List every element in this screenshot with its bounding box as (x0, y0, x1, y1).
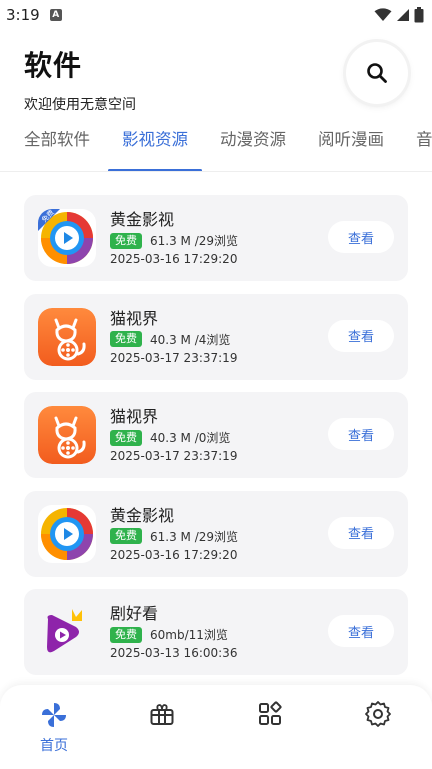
app-name: 剧好看 (110, 604, 159, 623)
search-icon (367, 63, 387, 83)
view-button[interactable]: 查看 (328, 418, 394, 450)
list-item[interactable]: 黄金影视 免费 61.3 M /29浏览 2025-03-16 17:29:20… (24, 490, 408, 577)
header: 软件 欢迎使用无意空间 (0, 30, 432, 113)
tab-all-software[interactable]: 全部软件 (24, 108, 90, 171)
gift-box-icon (150, 704, 174, 725)
size-views: 60mb/11浏览 (150, 628, 228, 642)
update-date: 2025-03-16 17:29:20 (110, 252, 238, 266)
golden-video-icon: 免费 (38, 209, 96, 267)
tab-video-resources[interactable]: 影视资源 (108, 108, 202, 171)
nav-home[interactable]: 首页 (0, 685, 108, 769)
list-item[interactable]: 猫视界 免费 40.3 M /4浏览 2025-03-17 23:37:19 查… (24, 293, 408, 380)
size-views: 61.3 M /29浏览 (150, 529, 239, 544)
update-date: 2025-03-17 23:37:19 (110, 350, 238, 365)
app-name: 猫视界 (110, 308, 159, 328)
tab-anime-resources[interactable]: 动漫资源 (220, 108, 286, 171)
nav-gifts[interactable] (108, 685, 216, 769)
app-name: 猫视界 (110, 407, 159, 426)
cell-signal-icon (397, 9, 409, 21)
app-name: 黄金影视 (110, 210, 175, 229)
free-badge: 免费 (110, 429, 142, 446)
nav-apps[interactable] (216, 685, 324, 769)
golden-video-icon (38, 504, 96, 563)
free-badge: 免费 (110, 626, 142, 643)
status-time: 3:19 (6, 6, 40, 24)
update-date: 2025-03-17 23:37:19 (110, 449, 238, 463)
view-button[interactable]: 查看 (328, 615, 394, 647)
free-badge: 免费 (110, 232, 142, 249)
view-button[interactable]: 查看 (328, 516, 394, 549)
view-button[interactable]: 查看 (328, 319, 394, 352)
list-item[interactable]: 免费 黄金影视 免费 61.3 M /29浏览 2025-03-16 17:29… (24, 195, 408, 281)
size-views: 40.3 M /4浏览 (150, 332, 231, 347)
list-item[interactable]: 剧好看 免费 60mb/11浏览 2025-03-13 16:00:36 查看 (24, 589, 408, 675)
search-button[interactable] (346, 42, 408, 104)
battery-icon (414, 7, 424, 23)
app-name: 黄金影视 (110, 505, 175, 525)
wifi-icon (374, 8, 392, 21)
pinwheel-icon (42, 703, 66, 727)
update-date: 2025-03-16 17:29:20 (110, 547, 238, 562)
cat-film-icon (38, 406, 96, 464)
play-crown-icon (38, 603, 96, 661)
nav-home-label: 首页 (40, 738, 68, 754)
tab-music[interactable]: 音 (416, 108, 432, 171)
view-button[interactable]: 查看 (328, 221, 394, 253)
app-list: 免费 黄金影视 免费 61.3 M /29浏览 2025-03-16 17:29… (0, 172, 432, 675)
gear-icon (365, 701, 391, 727)
category-tabs: 全部软件 影视资源 动漫资源 阅听漫画 音 (0, 108, 432, 172)
bottom-nav: 首页 (0, 685, 432, 769)
status-icons (374, 7, 424, 23)
list-item[interactable]: 猫视界 免费 40.3 M /0浏览 2025-03-17 23:37:19 查… (24, 392, 408, 478)
free-badge: 免费 (110, 331, 142, 347)
notification-icon: A (49, 9, 62, 21)
size-views: 61.3 M /29浏览 (150, 234, 239, 248)
size-views: 40.3 M /0浏览 (150, 431, 231, 445)
free-badge: 免费 (110, 528, 142, 544)
status-bar: 3:19 A (0, 0, 432, 30)
tab-reading-comics[interactable]: 阅听漫画 (318, 108, 384, 171)
update-date: 2025-03-13 16:00:36 (110, 646, 238, 660)
apps-grid-icon (259, 701, 282, 725)
nav-settings[interactable] (324, 685, 432, 769)
cat-film-icon (38, 307, 96, 366)
